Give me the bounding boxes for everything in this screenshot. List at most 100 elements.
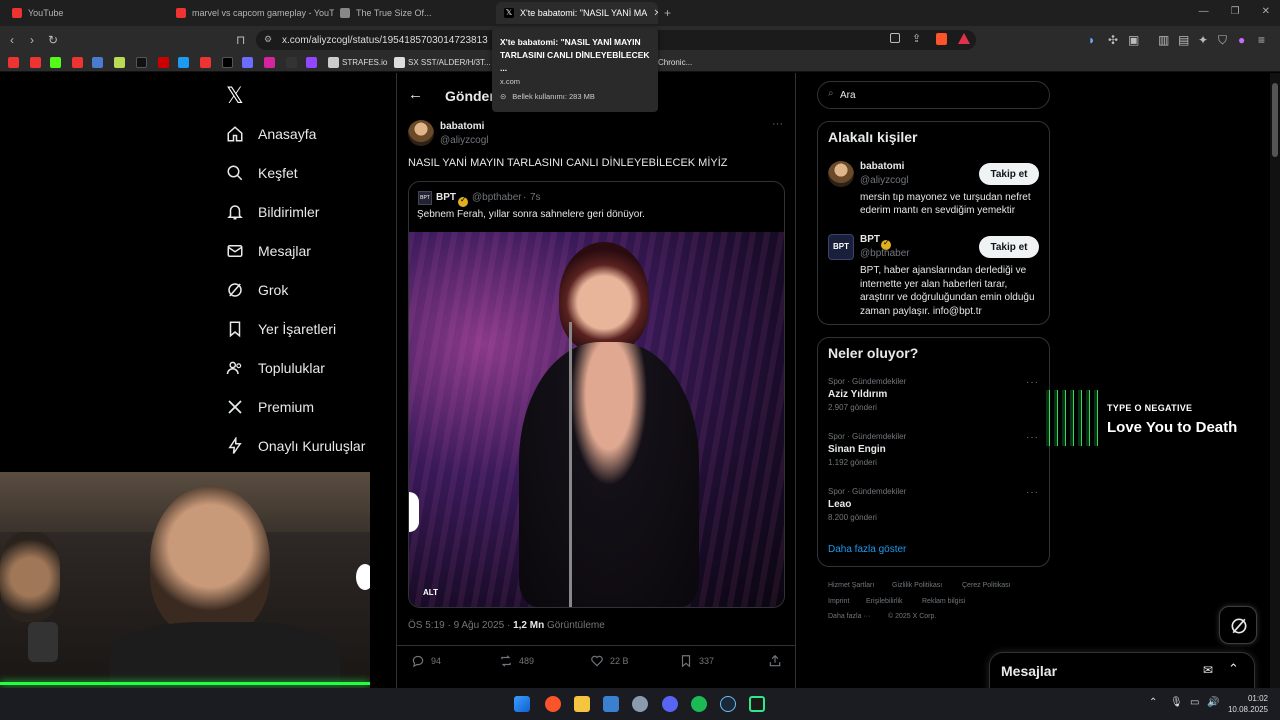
like-button[interactable]: 22 B xyxy=(590,654,629,668)
more-options-icon[interactable]: ··· xyxy=(1026,432,1039,443)
reply-button[interactable]: 94 xyxy=(411,654,441,668)
new-message-icon[interactable]: ✉ xyxy=(1203,663,1213,677)
bookmark-sst[interactable]: SX SST/ALDER/H/3T... xyxy=(408,58,491,67)
wallet-icon[interactable]: ▤ xyxy=(1178,33,1189,47)
screenshot-icon[interactable]: ▣ xyxy=(1128,33,1139,47)
forward-icon[interactable]: › xyxy=(30,33,34,47)
bookmark-youtube-icon[interactable] xyxy=(30,57,41,68)
related-person-name[interactable]: babatomi xyxy=(860,161,904,172)
bookmark-button[interactable]: 337 xyxy=(679,654,714,668)
more-options-icon[interactable]: ··· xyxy=(1026,377,1039,388)
follow-button[interactable]: Takip et xyxy=(979,236,1039,258)
sidebar-item-home[interactable]: Anasayfa xyxy=(226,125,316,143)
footer-link-cookies[interactable]: Çerez Politikası xyxy=(962,582,1011,589)
minimize-icon[interactable]: — xyxy=(1199,6,1209,17)
site-info-icon[interactable]: ⚙ xyxy=(264,34,272,45)
show-more-link[interactable]: Daha fazla göster xyxy=(828,544,906,555)
quote-tweet[interactable]: BPT BPT @bpthaber · 7s Şebnem Ferah, yıl… xyxy=(408,181,785,608)
related-person-name[interactable]: BPT xyxy=(860,234,880,245)
more-options-icon[interactable]: ··· xyxy=(772,118,783,130)
footer-link-privacy[interactable]: Gizlilik Politikası xyxy=(892,582,942,589)
scrollbar[interactable] xyxy=(1270,73,1280,688)
brave-icon[interactable] xyxy=(545,696,561,712)
bookmark-youtube-icon[interactable] xyxy=(200,57,211,68)
bookmark-tiktok-icon[interactable] xyxy=(136,57,147,68)
brave-rewards-icon[interactable] xyxy=(958,33,970,44)
profile-icon[interactable]: ● xyxy=(1238,33,1245,47)
scrollbar-thumb[interactable] xyxy=(1272,83,1278,157)
bookmark-chronic[interactable]: Chronic... xyxy=(658,58,692,67)
footer-link-more[interactable]: Daha fazla ··· xyxy=(828,613,870,620)
tab-youtube[interactable]: YouTube xyxy=(4,2,170,24)
more-options-icon[interactable]: ··· xyxy=(1026,487,1039,498)
back-arrow-icon[interactable]: ← xyxy=(408,86,423,103)
footer-link-accessibility[interactable]: Erişilebilirlik xyxy=(866,598,903,605)
leo-icon[interactable]: ◗ xyxy=(1088,33,1095,47)
footer-link-ads-info[interactable]: Reklam bilgisi xyxy=(922,598,965,605)
steam-icon[interactable] xyxy=(720,696,736,712)
author-name[interactable]: babatomi xyxy=(440,121,484,132)
avatar[interactable] xyxy=(828,161,854,187)
avatar[interactable]: BPT xyxy=(828,234,854,260)
related-person-handle[interactable]: @bpthaber xyxy=(860,248,910,259)
sidebar-item-explore[interactable]: Keşfet xyxy=(226,164,298,182)
repost-button[interactable]: 489 xyxy=(499,654,534,668)
follow-button[interactable]: Takip et xyxy=(979,163,1039,185)
close-icon[interactable]: ✕ xyxy=(653,8,658,19)
sidebar-toggle-icon[interactable]: ▥ xyxy=(1158,33,1169,47)
cast-icon[interactable] xyxy=(890,33,900,43)
discord-icon[interactable] xyxy=(662,696,678,712)
bookmark-x-icon[interactable] xyxy=(222,57,233,68)
x-logo-icon[interactable]: 𝕏 xyxy=(226,84,244,109)
maximize-icon[interactable]: ❐ xyxy=(1231,6,1240,17)
trend-item[interactable]: Spor · Gündemdekiler Leao 8.200 gönderi xyxy=(828,487,906,522)
network-icon[interactable]: ▭ xyxy=(1190,697,1199,708)
brave-shields-icon[interactable] xyxy=(936,33,947,45)
vpn-icon[interactable]: ⛉ xyxy=(1218,33,1227,48)
alt-badge[interactable]: ALT xyxy=(423,588,438,597)
bookmark-link-icon[interactable] xyxy=(242,57,253,68)
avatar[interactable] xyxy=(408,120,434,146)
tab-x-post[interactable]: 𝕏 X'te babatomi: "NASIL YANİ MA ✕ xyxy=(496,2,658,24)
bookmark-page-icon[interactable]: ⊓ xyxy=(236,33,245,47)
reload-icon[interactable]: ↻ xyxy=(48,33,58,47)
bookmark-youtube-icon[interactable] xyxy=(72,57,83,68)
photos-icon[interactable] xyxy=(603,696,619,712)
bookmark-kick-icon[interactable] xyxy=(50,57,61,68)
sidebar-item-communities[interactable]: Topluluklar xyxy=(226,359,325,377)
author-handle[interactable]: @aliyzcogl xyxy=(440,135,489,146)
related-person-handle[interactable]: @aliyzcogl xyxy=(860,175,909,186)
spotify-icon[interactable] xyxy=(691,696,707,712)
sidebar-item-messages[interactable]: Mesajlar xyxy=(226,242,311,260)
messages-drawer[interactable]: Mesajlar ✉ ⌃ xyxy=(989,652,1255,692)
ai-icon[interactable]: ✦ xyxy=(1198,33,1208,47)
back-icon[interactable]: ‹ xyxy=(10,33,14,47)
grok-button[interactable] xyxy=(1219,606,1257,644)
sidebar-item-bookmarks[interactable]: Yer İşaretleri xyxy=(226,320,336,338)
footer-link-terms[interactable]: Hizmet Şartları xyxy=(828,582,874,589)
trend-item[interactable]: Spor · Gündemdekiler Aziz Yıldırım 2.907… xyxy=(828,377,906,412)
bookmark-link-icon[interactable] xyxy=(178,57,189,68)
start-icon[interactable] xyxy=(514,696,530,712)
footer-link-imprint[interactable]: Imprint xyxy=(828,598,849,605)
search-input[interactable]: ⌕ Ara xyxy=(817,81,1050,109)
expand-up-icon[interactable]: ⌃ xyxy=(1228,661,1239,677)
tray-chevron-icon[interactable]: ⌃ xyxy=(1149,697,1157,708)
bookmark-twitch-icon[interactable] xyxy=(306,57,317,68)
bookmark-link-icon[interactable] xyxy=(114,57,125,68)
sidebar-item-notifications[interactable]: Bildirimler xyxy=(226,203,319,221)
settings-icon[interactable] xyxy=(632,696,648,712)
bookmark-instagram-icon[interactable] xyxy=(264,57,275,68)
sidebar-item-premium[interactable]: Premium xyxy=(226,398,314,416)
file-explorer-icon[interactable] xyxy=(574,696,590,712)
bookmark-link-icon[interactable] xyxy=(286,57,297,68)
bookmark-link-icon[interactable] xyxy=(328,57,339,68)
bookmark-youtube-icon[interactable] xyxy=(8,57,19,68)
share-icon[interactable]: ⇪ xyxy=(912,32,921,45)
share-button[interactable] xyxy=(768,654,782,668)
bookmark-link-icon[interactable] xyxy=(158,57,169,68)
sidebar-item-grok[interactable]: Grok xyxy=(226,281,288,299)
extensions-icon[interactable]: ✣ xyxy=(1108,33,1118,47)
volume-icon[interactable]: 🔊 xyxy=(1207,697,1219,708)
tab-marvel-vs-capcom[interactable]: marvel vs capcom gameplay - YouTu xyxy=(168,2,334,24)
